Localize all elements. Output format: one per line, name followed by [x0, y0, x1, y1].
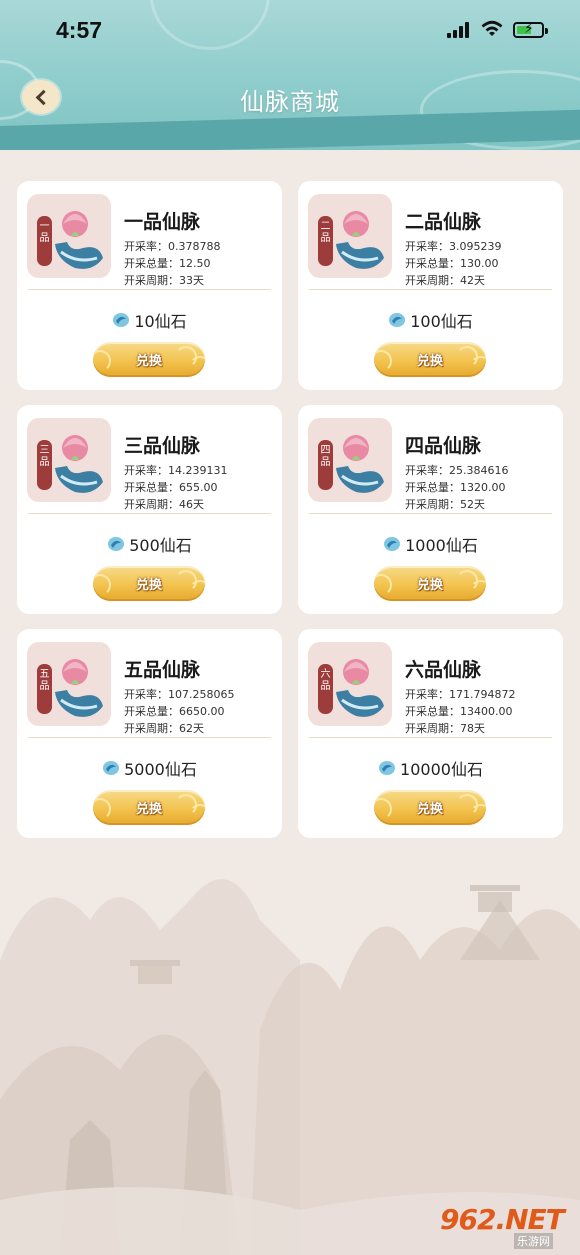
exchange-button[interactable]: 兑换: [374, 342, 486, 377]
product-period: 开采周期：42天: [405, 274, 485, 287]
product-period: 开采周期：78天: [405, 722, 485, 735]
product-thumbnail: 五品: [27, 642, 111, 726]
site-watermark: 962.NET 乐游网: [440, 1203, 570, 1249]
product-price: 5000仙石: [17, 756, 282, 780]
header-banner: 4:57 ⚡ 仙脉商城: [0, 0, 580, 150]
wifi-icon: [481, 20, 503, 36]
grade-tag: 四品: [318, 440, 333, 490]
spirit-stone-icon: [103, 761, 120, 775]
product-rate: 开采率：0.378788: [124, 240, 221, 253]
mountain-landscape-background: [0, 879, 580, 1255]
price-text: 1000仙石: [405, 536, 478, 555]
spirit-stone-icon: [389, 313, 406, 327]
exchange-button[interactable]: 兑换: [374, 566, 486, 601]
product-price: 10000仙石: [298, 756, 563, 780]
product-name: 二品仙脉: [405, 211, 482, 233]
product-rate: 开采率：107.258065: [124, 688, 235, 701]
product-rate: 开采率：171.794872: [405, 688, 516, 701]
product-name: 五品仙脉: [124, 659, 201, 681]
product-period: 开采周期：33天: [124, 274, 204, 287]
product-card: 六品 六品仙脉 开采率：171.794872 开采总量：13400.00 开采周…: [298, 629, 563, 838]
product-total: 开采总量：12.50: [124, 257, 211, 270]
exchange-button-label: 兑换: [416, 802, 443, 817]
product-card: 三品 三品仙脉 开采率：14.239131 开采总量：655.00 开采周期：4…: [17, 405, 282, 614]
product-rate: 开采率：25.384616: [405, 464, 509, 477]
exchange-button[interactable]: 兑换: [93, 790, 205, 825]
grade-tag: 一品: [37, 216, 52, 266]
product-thumbnail: 二品: [308, 194, 392, 278]
grade-tag: 二品: [318, 216, 333, 266]
exchange-button[interactable]: 兑换: [93, 566, 205, 601]
status-bar: 4:57 ⚡: [0, 0, 580, 62]
product-name: 六品仙脉: [405, 659, 482, 681]
product-total: 开采总量：6650.00: [124, 705, 225, 718]
exchange-button[interactable]: 兑换: [374, 790, 486, 825]
product-rate: 开采率：14.239131: [124, 464, 228, 477]
product-card: 四品 四品仙脉 开采率：25.384616 开采总量：1320.00 开采周期：…: [298, 405, 563, 614]
product-thumbnail: 一品: [27, 194, 111, 278]
product-total: 开采总量：655.00: [124, 481, 218, 494]
product-price: 100仙石: [298, 308, 563, 332]
grade-tag: 六品: [318, 664, 333, 714]
status-time: 4:57: [56, 17, 103, 43]
card-divider: [28, 289, 271, 290]
spirit-stone-icon: [108, 537, 125, 551]
watermark-subtitle: 乐游网: [514, 1233, 553, 1249]
product-name: 三品仙脉: [124, 435, 201, 457]
product-card: 五品 五品仙脉 开采率：107.258065 开采总量：6650.00 开采周期…: [17, 629, 282, 838]
product-period: 开采周期：52天: [405, 498, 485, 511]
spirit-stone-icon: [384, 537, 401, 551]
exchange-button-label: 兑换: [135, 578, 162, 593]
price-text: 500仙石: [129, 536, 192, 555]
exchange-button-label: 兑换: [135, 802, 162, 817]
product-period: 开采周期：46天: [124, 498, 204, 511]
price-text: 10000仙石: [400, 760, 483, 779]
product-period: 开采周期：62天: [124, 722, 204, 735]
grade-tag: 五品: [37, 664, 52, 714]
product-rate: 开采率：3.095239: [405, 240, 502, 253]
product-total: 开采总量：1320.00: [405, 481, 506, 494]
product-thumbnail: 三品: [27, 418, 111, 502]
watermark-brand: 962.NET: [440, 1203, 565, 1236]
exchange-button-label: 兑换: [416, 354, 443, 369]
spirit-stone-icon: [379, 761, 396, 775]
exchange-button-label: 兑换: [416, 578, 443, 593]
spirit-stone-icon: [113, 313, 130, 327]
product-total: 开采总量：13400.00: [405, 705, 513, 718]
page-title: 仙脉商城: [240, 88, 340, 116]
product-card: 一品 一品仙脉 开采率：0.378788 开采总量：12.50 开采周期：33天…: [17, 181, 282, 390]
price-text: 100仙石: [410, 312, 473, 331]
product-thumbnail: 六品: [308, 642, 392, 726]
product-total: 开采总量：130.00: [405, 257, 499, 270]
price-text: 10仙石: [134, 312, 187, 331]
card-divider: [28, 737, 271, 738]
price-text: 5000仙石: [124, 760, 197, 779]
battery-icon: ⚡: [513, 21, 548, 38]
card-divider: [309, 513, 552, 514]
card-divider: [28, 513, 271, 514]
product-name: 一品仙脉: [124, 211, 201, 233]
card-divider: [309, 289, 552, 290]
product-card: 二品 二品仙脉 开采率：3.095239 开采总量：130.00 开采周期：42…: [298, 181, 563, 390]
product-price: 500仙石: [17, 532, 282, 556]
product-thumbnail: 四品: [308, 418, 392, 502]
card-divider: [309, 737, 552, 738]
product-name: 四品仙脉: [405, 435, 482, 457]
grade-tag: 三品: [37, 440, 52, 490]
cellular-signal-icon: [447, 22, 471, 38]
exchange-button[interactable]: 兑换: [93, 342, 205, 377]
product-price: 1000仙石: [298, 532, 563, 556]
product-price: 10仙石: [17, 308, 282, 332]
exchange-button-label: 兑换: [135, 354, 162, 369]
